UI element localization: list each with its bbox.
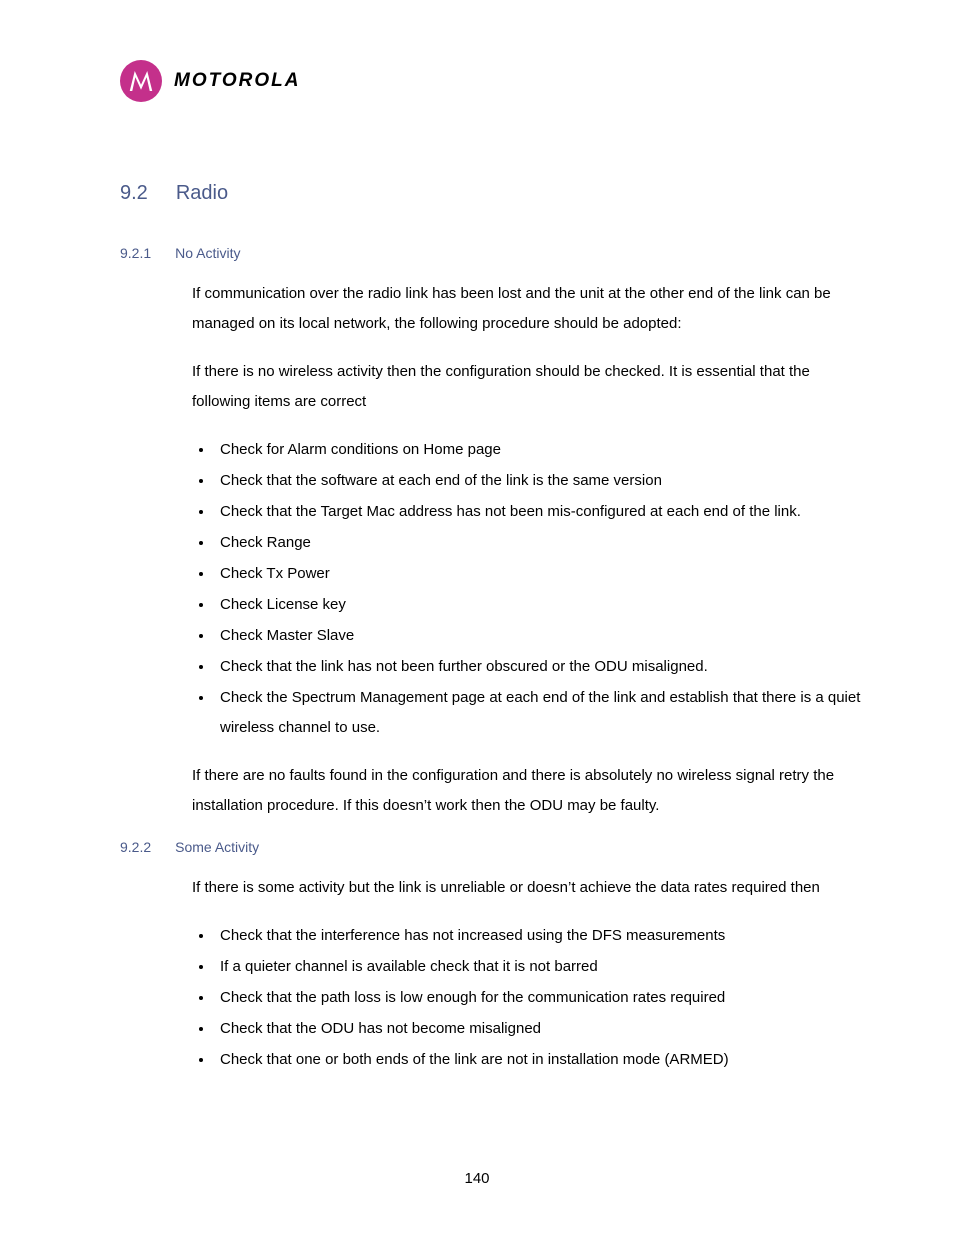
list-item: Check License key xyxy=(214,590,869,620)
subsection-number: 9.2.1 xyxy=(120,245,151,261)
section-heading: 9.2 Radio xyxy=(120,182,889,205)
subsection-some-activity: 9.2.2 Some Activity If there is some act… xyxy=(120,839,889,1075)
bullet-list: Check that the interference has not incr… xyxy=(192,921,869,1075)
list-item: Check for Alarm conditions on Home page xyxy=(214,435,869,465)
page-number: 140 xyxy=(0,1170,954,1187)
subsection-heading: 9.2.1 No Activity xyxy=(120,245,889,261)
subsection-heading: 9.2.2 Some Activity xyxy=(120,839,889,855)
paragraph: If there is no wireless activity then th… xyxy=(192,357,869,417)
list-item: Check that the interference has not incr… xyxy=(214,921,869,951)
list-item: If a quieter channel is available check … xyxy=(214,952,869,982)
subsection-number: 9.2.2 xyxy=(120,839,151,855)
motorola-batwing-icon xyxy=(120,60,162,102)
list-item: Check that one or both ends of the link … xyxy=(214,1045,869,1075)
brand-logo: MOTOROLA xyxy=(120,60,889,102)
brand-name: MOTOROLA xyxy=(174,70,300,92)
list-item: Check Tx Power xyxy=(214,559,869,589)
subsection-title: Some Activity xyxy=(175,839,259,855)
list-item: Check that the path loss is low enough f… xyxy=(214,983,869,1013)
subsection-title: No Activity xyxy=(175,245,240,261)
list-item: Check Range xyxy=(214,528,869,558)
list-item: Check that the ODU has not become misali… xyxy=(214,1014,869,1044)
document-page: MOTOROLA 9.2 Radio 9.2.1 No Activity If … xyxy=(0,0,954,1235)
paragraph: If communication over the radio link has… xyxy=(192,279,869,339)
paragraph: If there are no faults found in the conf… xyxy=(192,761,869,821)
list-item: Check the Spectrum Management page at ea… xyxy=(214,683,869,743)
list-item: Check that the link has not been further… xyxy=(214,652,869,682)
subsection-no-activity: 9.2.1 No Activity If communication over … xyxy=(120,245,889,821)
list-item: Check that the software at each end of t… xyxy=(214,466,869,496)
bullet-list: Check for Alarm conditions on Home page … xyxy=(192,435,869,743)
section-number: 9.2 xyxy=(120,182,148,205)
list-item: Check Master Slave xyxy=(214,621,869,651)
list-item: Check that the Target Mac address has no… xyxy=(214,497,869,527)
section-title: Radio xyxy=(176,182,228,205)
paragraph: If there is some activity but the link i… xyxy=(192,873,869,903)
